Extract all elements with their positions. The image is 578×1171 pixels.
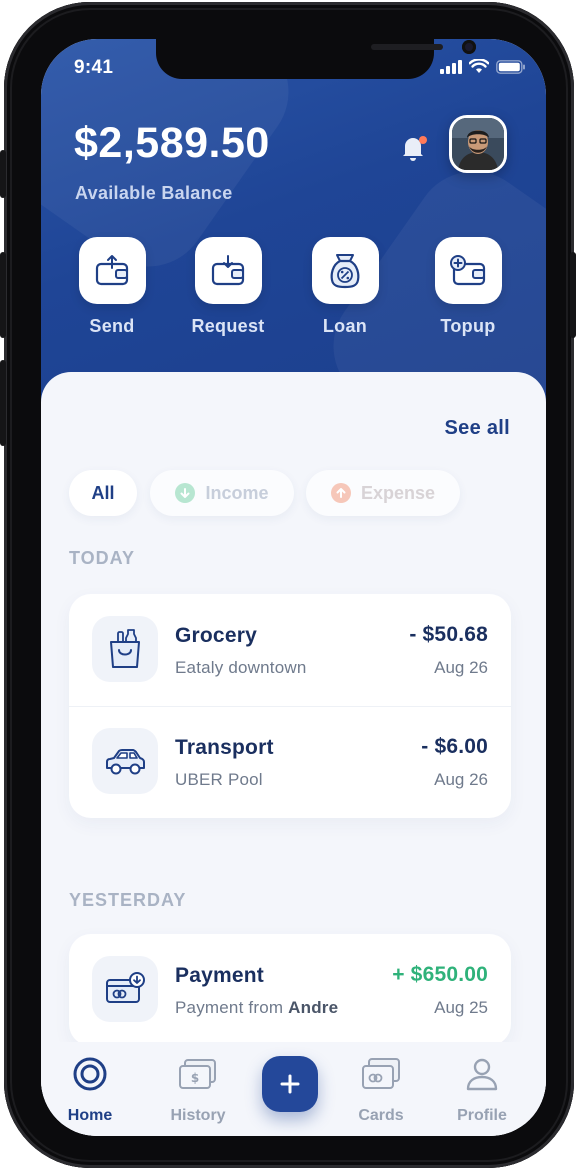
- transaction-amount: + $650.00: [392, 963, 488, 986]
- nav-profile[interactable]: Profile: [442, 1056, 522, 1125]
- wifi-icon: [469, 59, 489, 73]
- avatar-photo-icon: [452, 118, 504, 170]
- add-button[interactable]: [262, 1056, 318, 1112]
- section-label-yesterday: YESTERDAY: [69, 890, 187, 910]
- signal-icon: [440, 59, 462, 74]
- subtitle-name: Andre: [288, 998, 339, 1017]
- nav-home[interactable]: Home: [50, 1056, 130, 1125]
- transaction-subtitle: UBER Pool: [175, 770, 263, 789]
- send-action[interactable]: Send: [72, 237, 152, 337]
- transaction-date: Aug 26: [434, 658, 488, 677]
- nav-cards-label: Cards: [358, 1107, 404, 1124]
- loan-label: Loan: [322, 316, 368, 336]
- transactions-sheet: See all All Income Expense TODAY Grocery…: [41, 372, 546, 1136]
- transaction-date: Aug 26: [434, 770, 488, 789]
- wallet-request-icon: [211, 254, 245, 285]
- nav-home-label: Home: [67, 1107, 113, 1124]
- volume-up-button: [0, 252, 6, 338]
- filter-income[interactable]: Income: [150, 470, 294, 516]
- topup-action[interactable]: Topup: [428, 237, 508, 337]
- arrow-up-icon: [330, 483, 351, 503]
- status-time: 9:41: [74, 57, 114, 78]
- nav-history[interactable]: $ History: [158, 1056, 238, 1125]
- avatar[interactable]: [449, 115, 507, 173]
- arrow-down-icon: [175, 483, 196, 503]
- wallet-topup-icon: [450, 254, 486, 285]
- section-label-today: TODAY: [69, 548, 136, 568]
- money-bag-percent-icon: [330, 253, 360, 288]
- transactions-card-yesterday: Payment Payment from Andre + $650.00 Aug…: [69, 934, 511, 1046]
- nav-cards[interactable]: Cards: [341, 1056, 421, 1125]
- transaction-title: Transport: [175, 736, 274, 759]
- cards-icon: [362, 1058, 400, 1089]
- card-receive-icon: [106, 972, 145, 1003]
- transaction-icon-box: [92, 956, 158, 1022]
- send-label: Send: [89, 316, 135, 336]
- balance-amount: $2,589.50: [74, 119, 270, 167]
- request-action[interactable]: Request: [188, 237, 268, 337]
- transaction-amount: - $6.00: [421, 735, 488, 758]
- loan-action-tile[interactable]: [311, 237, 379, 304]
- request-label: Request: [191, 316, 265, 336]
- plus-icon: [280, 1074, 300, 1094]
- power-button: [570, 252, 576, 338]
- screen: 9:41 $2,589.50 Available Balance Send Re…: [41, 39, 546, 1136]
- mute-switch: [0, 150, 6, 198]
- topup-label: Topup: [440, 316, 496, 336]
- profile-icon: [466, 1058, 498, 1091]
- filter-expense-label: Expense: [360, 482, 436, 503]
- transaction-filters: All Income Expense: [69, 470, 529, 516]
- transaction-amount: - $50.68: [409, 623, 488, 646]
- request-action-tile[interactable]: [194, 237, 262, 304]
- wallet-send-icon: [95, 254, 129, 285]
- nav-profile-label: Profile: [457, 1107, 507, 1124]
- balance-label: Available Balance: [75, 183, 233, 203]
- home-target-icon: [73, 1057, 107, 1091]
- money-history-icon: $: [179, 1059, 216, 1089]
- svg-text:$: $: [191, 1071, 199, 1085]
- transaction-icon-box: [92, 728, 158, 794]
- car-icon: [106, 749, 145, 775]
- transaction-subtitle: Eataly downtown: [175, 658, 307, 677]
- transaction-row[interactable]: Payment Payment from Andre + $650.00 Aug…: [69, 934, 511, 1046]
- transaction-row[interactable]: Grocery Eataly downtown - $50.68 Aug 26: [69, 594, 511, 706]
- transaction-date: Aug 25: [434, 998, 488, 1017]
- nav-history-label: History: [170, 1107, 226, 1124]
- loan-action[interactable]: Loan: [305, 237, 385, 337]
- transactions-card-today: Grocery Eataly downtown - $50.68 Aug 26: [69, 594, 511, 818]
- see-all-link[interactable]: See all: [445, 417, 510, 440]
- phone-frame: 9:41 $2,589.50 Available Balance Send Re…: [0, 2, 576, 1168]
- quick-actions: Send Request Loan Topup: [41, 237, 546, 347]
- filter-income-label: Income: [205, 482, 269, 503]
- volume-down-button: [0, 360, 6, 446]
- battery-icon: [496, 59, 525, 74]
- send-action-tile[interactable]: [78, 237, 146, 304]
- transaction-row[interactable]: Transport UBER Pool - $6.00 Aug 26: [69, 706, 511, 818]
- notch: [156, 39, 476, 79]
- filter-all-label: All: [91, 482, 115, 503]
- status-icons: [440, 59, 526, 74]
- balance-header: 9:41 $2,589.50 Available Balance Send Re…: [41, 39, 546, 414]
- grocery-bag-icon: [110, 629, 140, 668]
- transaction-title: Grocery: [175, 624, 257, 647]
- topup-action-tile[interactable]: [434, 237, 502, 304]
- transaction-title: Payment: [175, 964, 264, 987]
- filter-all[interactable]: All: [69, 470, 137, 516]
- speaker: [371, 44, 443, 50]
- transaction-icon-box: [92, 616, 158, 682]
- front-camera: [462, 40, 476, 54]
- notification-bell-icon[interactable]: [396, 131, 430, 165]
- filter-expense[interactable]: Expense: [306, 470, 460, 516]
- subtitle-prefix: Payment from: [175, 998, 289, 1017]
- bottom-navigation: Home $ History Cards Profile: [41, 1042, 546, 1136]
- transaction-subtitle: Payment from Andre: [175, 998, 338, 1018]
